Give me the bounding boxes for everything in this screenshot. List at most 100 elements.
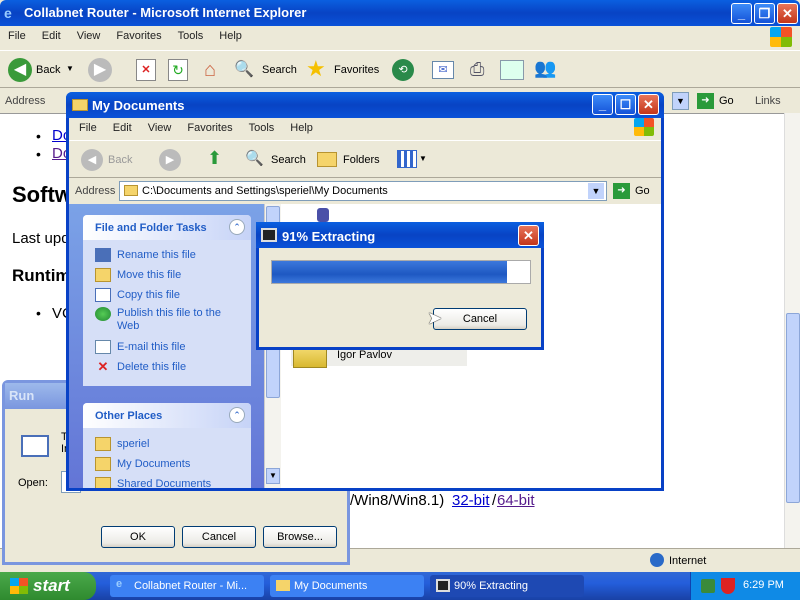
menu-edit[interactable]: Edit [42,30,61,42]
go-arrow-icon[interactable]: ➜ [697,93,714,109]
views-icon[interactable] [397,150,417,168]
menu-favorites[interactable]: Favorites [116,30,161,42]
speriel-folder-icon [95,437,111,451]
clock[interactable]: 6:29 PM [743,579,784,591]
explorer-menu-favorites[interactable]: Favorites [187,122,232,134]
ie-scrollbar[interactable] [784,113,800,548]
stop-icon[interactable]: ✕ [136,59,156,81]
task-copy[interactable]: Copy this file [95,285,245,305]
explorer-menu-view[interactable]: View [148,122,172,134]
task-pane-scroll-down-icon[interactable]: ▼ [266,468,280,484]
address-dropdown-icon[interactable]: ▼ [672,92,689,110]
explorer-address-label: Address [75,185,116,197]
run-ok-button[interactable]: OK [101,526,175,548]
go-button[interactable]: Go [719,95,734,107]
taskbar-item-my-documents[interactable]: My Documents [270,575,424,597]
folder-icon [72,99,88,111]
explorer-address-dropdown-icon[interactable]: ▼ [588,183,604,199]
task-email[interactable]: E-mail this file [95,337,245,357]
home-icon[interactable]: ⌂ [198,58,222,82]
menu-file[interactable]: File [8,30,26,42]
favorites-star-icon[interactable]: ★ [306,56,326,82]
explorer-windows-logo-icon [634,118,654,136]
place-speriel[interactable]: speriel [95,434,245,454]
views-dropdown-icon[interactable]: ▼ [419,154,427,163]
mouse-cursor-icon: ➤ [427,308,443,328]
start-button[interactable]: start [0,572,96,600]
extract-titlebar[interactable]: 91% Extracting ✕ [256,222,544,248]
link-64bit[interactable]: 64-bit [497,492,535,509]
extract-cancel-button[interactable]: Cancel [433,308,527,330]
network-tray-icon[interactable] [701,579,715,593]
delete-icon: ✕ [97,359,109,374]
email-icon [95,340,111,354]
explorer-close-button[interactable]: ✕ [638,94,659,115]
explorer-folders-label[interactable]: Folders [343,154,380,166]
explorer-go-button[interactable]: Go [635,185,650,197]
link-separator: / [492,492,497,509]
messenger-icon[interactable]: 👥 [534,58,558,82]
edit-icon[interactable] [500,60,524,80]
ie-toolbar: ◀ Back ▼ ▶ ✕ ↻ ⌂ 🔍 Search ★ Favorites ⟲ … [0,50,800,88]
links-button[interactable]: Links [755,95,781,107]
explorer-menu-edit[interactable]: Edit [113,122,132,134]
security-shield-icon[interactable] [721,578,735,594]
explorer-titlebar[interactable]: My Documents _ ☐ ✕ [66,92,664,118]
explorer-address-input[interactable]: C:\Documents and Settings\speriel\My Doc… [119,181,607,201]
task-delete[interactable]: ✕ Delete this file [95,357,245,377]
run-cancel-button[interactable]: Cancel [182,526,256,548]
tasks-collapse-icon[interactable]: ⌃ [229,219,245,235]
explorer-minimize-button[interactable]: _ [592,94,613,115]
menu-view[interactable]: View [77,30,101,42]
back-button-label[interactable]: Back [36,64,60,76]
scrollbar-thumb[interactable] [786,313,800,503]
back-arrow-icon[interactable]: ◀ [8,58,32,82]
tasks-header[interactable]: File and Folder Tasks ⌃ [83,215,251,240]
task-move[interactable]: Move this file [95,265,245,285]
extract-close-button[interactable]: ✕ [518,225,539,246]
taskbar-item-ie[interactable]: e Collabnet Router - Mi... [110,575,264,597]
back-dropdown-icon[interactable]: ▼ [66,64,74,73]
explorer-search-label[interactable]: Search [271,154,306,166]
file-icon-partial[interactable] [317,208,329,222]
close-button[interactable]: ✕ [777,3,798,24]
explorer-menu-help[interactable]: Help [290,122,313,134]
places-header[interactable]: Other Places ⌃ [83,403,251,428]
menu-tools[interactable]: Tools [178,30,204,42]
explorer-go-arrow-icon[interactable]: ➜ [613,183,630,199]
mail-icon[interactable]: ✉ [432,61,454,79]
explorer-menu-file[interactable]: File [79,122,97,134]
extract-dialog: 91% Extracting ✕ Cancel ➤ [256,222,544,350]
run-browse-button[interactable]: Browse... [263,526,337,548]
menu-help[interactable]: Help [219,30,242,42]
history-icon[interactable]: ⟲ [392,59,414,81]
explorer-menu-tools[interactable]: Tools [249,122,275,134]
search-icon[interactable]: 🔍 [234,59,256,81]
task-rename[interactable]: Rename this file [95,245,245,265]
link-32bit[interactable]: 32-bit [452,492,490,509]
taskbar-item-extracting[interactable]: 90% Extracting [430,575,584,597]
place-shared-documents[interactable]: Shared Documents [95,474,245,488]
search-button-label[interactable]: Search [262,64,297,76]
folders-icon[interactable] [317,152,337,167]
folder-label: Igor Pavlov [337,349,393,361]
explorer-search-icon[interactable]: 🔍 [245,149,267,171]
task-publish[interactable]: Publish this file to the Web [95,305,245,337]
ie-titlebar[interactable]: e Collabnet Router - Microsoft Internet … [0,0,800,26]
minimize-button[interactable]: _ [731,3,752,24]
bullet-dot-2: • [36,146,41,162]
place-my-documents[interactable]: My Documents [95,454,245,474]
refresh-icon[interactable]: ↻ [168,59,188,81]
favorites-button-label[interactable]: Favorites [334,64,379,76]
explorer-forward-icon[interactable]: ▶ [159,149,181,171]
explorer-back-icon[interactable]: ◀ [81,149,103,171]
taskbar-item-extracting-label: 90% Extracting [454,580,528,592]
task-rename-label: Rename this file [117,249,196,261]
print-icon[interactable]: ⎙ [470,59,494,81]
forward-arrow-icon[interactable]: ▶ [88,58,112,82]
explorer-maximize-button[interactable]: ☐ [615,94,636,115]
restore-button[interactable]: ❐ [754,3,775,24]
explorer-back-label[interactable]: Back [108,154,132,166]
places-collapse-icon[interactable]: ⌃ [229,407,245,423]
up-folder-icon[interactable]: ⬆ [207,148,229,170]
